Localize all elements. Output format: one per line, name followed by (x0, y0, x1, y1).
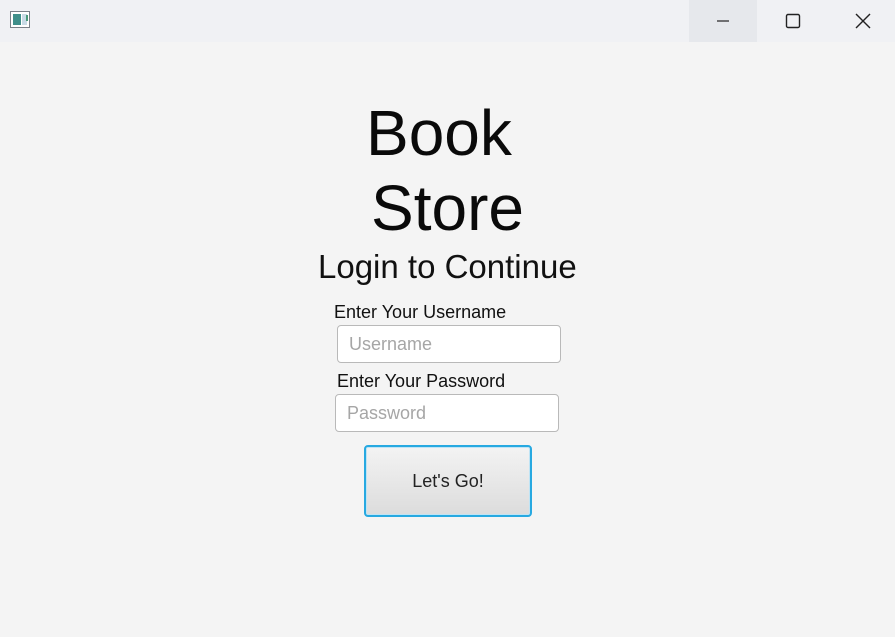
login-window: Book Store Login to Continue Enter Your … (0, 0, 895, 637)
app-window-icon (10, 11, 30, 28)
minimize-button[interactable] (689, 0, 757, 42)
maximize-button[interactable] (757, 0, 825, 42)
password-label: Enter Your Password (337, 371, 506, 391)
submit-button[interactable]: Let's Go! (364, 445, 532, 517)
username-input[interactable] (337, 325, 561, 363)
maximize-icon (785, 13, 801, 29)
close-button[interactable] (827, 0, 895, 42)
page-title-line-1: Book (366, 97, 512, 169)
minimize-icon (717, 20, 729, 22)
title-bar[interactable] (0, 0, 895, 42)
username-label: Enter Your Username (334, 302, 507, 322)
close-icon (855, 13, 871, 29)
page-title-line-2: Store (371, 172, 524, 244)
password-input[interactable] (335, 394, 559, 432)
login-subtitle: Login to Continue (318, 248, 577, 285)
